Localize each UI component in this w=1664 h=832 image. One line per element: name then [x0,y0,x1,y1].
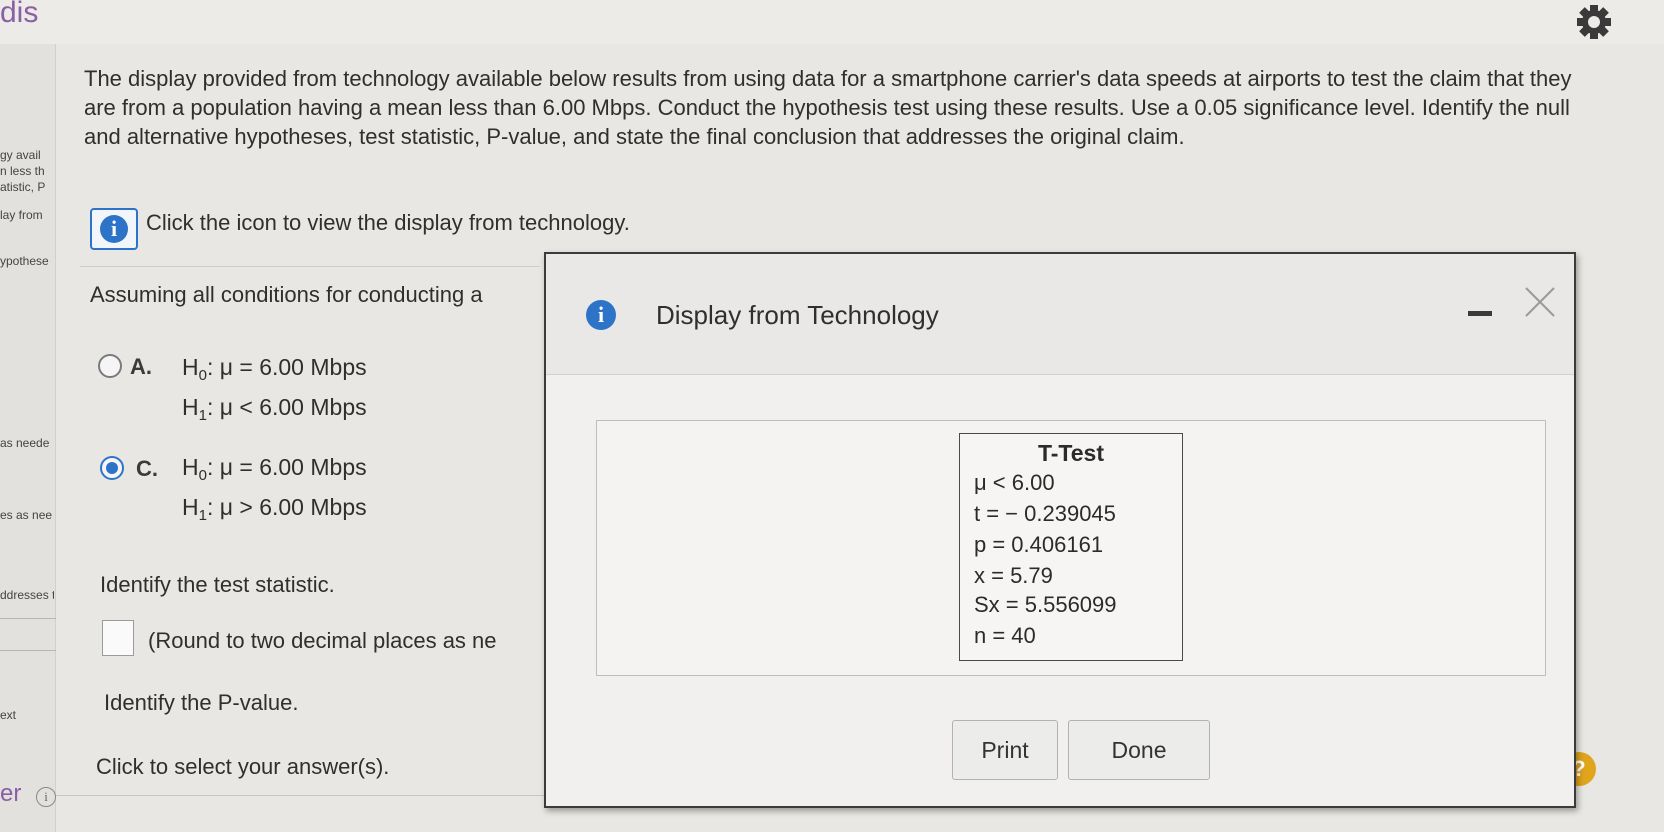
page-title: dis [0,0,39,29]
t-test-sample-mean: x = 5.79 [974,563,1053,588]
t-test-hypothesis: μ < 6.00 [974,470,1055,495]
sidebar-fragment: gy avail [0,148,41,162]
option-c-null-hypothesis: H0: μ = 6.00 Mbps [182,454,367,484]
t-test-output: T-Test μ < 6.00 t = − 0.239045 p = 0.406… [959,433,1183,661]
info-icon: i [100,215,128,243]
hypothesis-statement: : μ = 6.00 Mbps [206,354,367,380]
option-a-radio[interactable] [98,354,122,378]
hypothesis-statement: : μ < 6.00 Mbps [206,394,367,420]
sidebar-fragment: ddresses t [0,588,54,602]
option-a-null-hypothesis: H0: μ = 6.00 Mbps [182,354,367,384]
option-a-alt-hypothesis: H1: μ < 6.00 Mbps [182,394,367,424]
t-test-sample-sd: Sx = 5.556099 [974,592,1117,617]
top-bar: dis [0,0,1664,45]
sidebar-fragment: as neede [0,436,50,450]
sidebar-fragment: atistic, P [0,180,46,194]
assumption-text: Assuming all conditions for conducting a [90,282,483,307]
option-c-letter: C. [136,456,158,481]
hypothesis-subscript: 1 [198,507,207,524]
hypothesis-subscript: 0 [198,367,207,384]
hypothesis-statement: : μ = 6.00 Mbps [206,454,367,480]
hypothesis-symbol: H [182,454,199,480]
select-answer-prompt: Click to select your answer(s). [96,754,390,779]
hypothesis-statement: : μ > 6.00 Mbps [206,494,367,520]
question-text: The display provided from technology ava… [84,66,1572,149]
hypothesis-symbol: H [182,394,199,420]
p-value-prompt: Identify the P-value. [104,690,299,715]
info-icon: i [586,300,616,330]
gear-icon[interactable] [1572,2,1616,42]
technology-info-button[interactable]: i [90,208,138,250]
left-sidebar: gy avail n less th atistic, P lay from y… [0,44,70,832]
technology-output-frame: T-Test μ < 6.00 t = − 0.239045 p = 0.406… [596,420,1546,676]
hypothesis-symbol: H [182,354,199,380]
sidebar-footer-label: er [0,780,22,807]
test-statistic-input[interactable] [102,620,134,656]
info-circle-icon[interactable]: i [36,787,56,807]
t-test-sample-size: n = 40 [974,623,1036,648]
technology-info-link[interactable]: Click the icon to view the display from … [146,210,630,236]
hypothesis-symbol: H [182,494,199,520]
sidebar-fragment: ypothese [0,254,49,268]
hypothesis-subscript: 0 [198,467,207,484]
dialog-title: Display from Technology [656,300,939,330]
t-test-statistic: t = − 0.239045 [974,501,1116,526]
option-c-alt-hypothesis: H1: μ > 6.00 Mbps [182,494,367,524]
option-c-radio[interactable] [100,456,124,480]
dialog-header: i Display from Technology [546,254,1574,375]
t-test-heading: T-Test [1037,440,1105,466]
divider [80,266,540,267]
hypothesis-subscript: 1 [198,407,207,424]
done-button[interactable]: Done [1068,720,1210,780]
option-a-letter: A. [130,354,152,379]
minimize-button[interactable] [1468,308,1492,318]
sidebar-fragment: lay from [0,208,43,222]
print-button[interactable]: Print [952,720,1058,780]
sidebar-fragment: es as nee [0,508,53,522]
minimize-icon [1468,311,1492,316]
technology-display-dialog: i Display from Technology T-Test μ < 6.0… [544,252,1576,808]
close-icon[interactable] [1522,284,1558,320]
test-statistic-prompt: Identify the test statistic. [100,572,335,597]
sidebar-fragment: n less th [0,164,45,178]
t-test-p-value: p = 0.406161 [974,532,1104,557]
sidebar-fragment: ext [0,708,17,722]
rounding-note: (Round to two decimal places as ne [148,628,497,653]
